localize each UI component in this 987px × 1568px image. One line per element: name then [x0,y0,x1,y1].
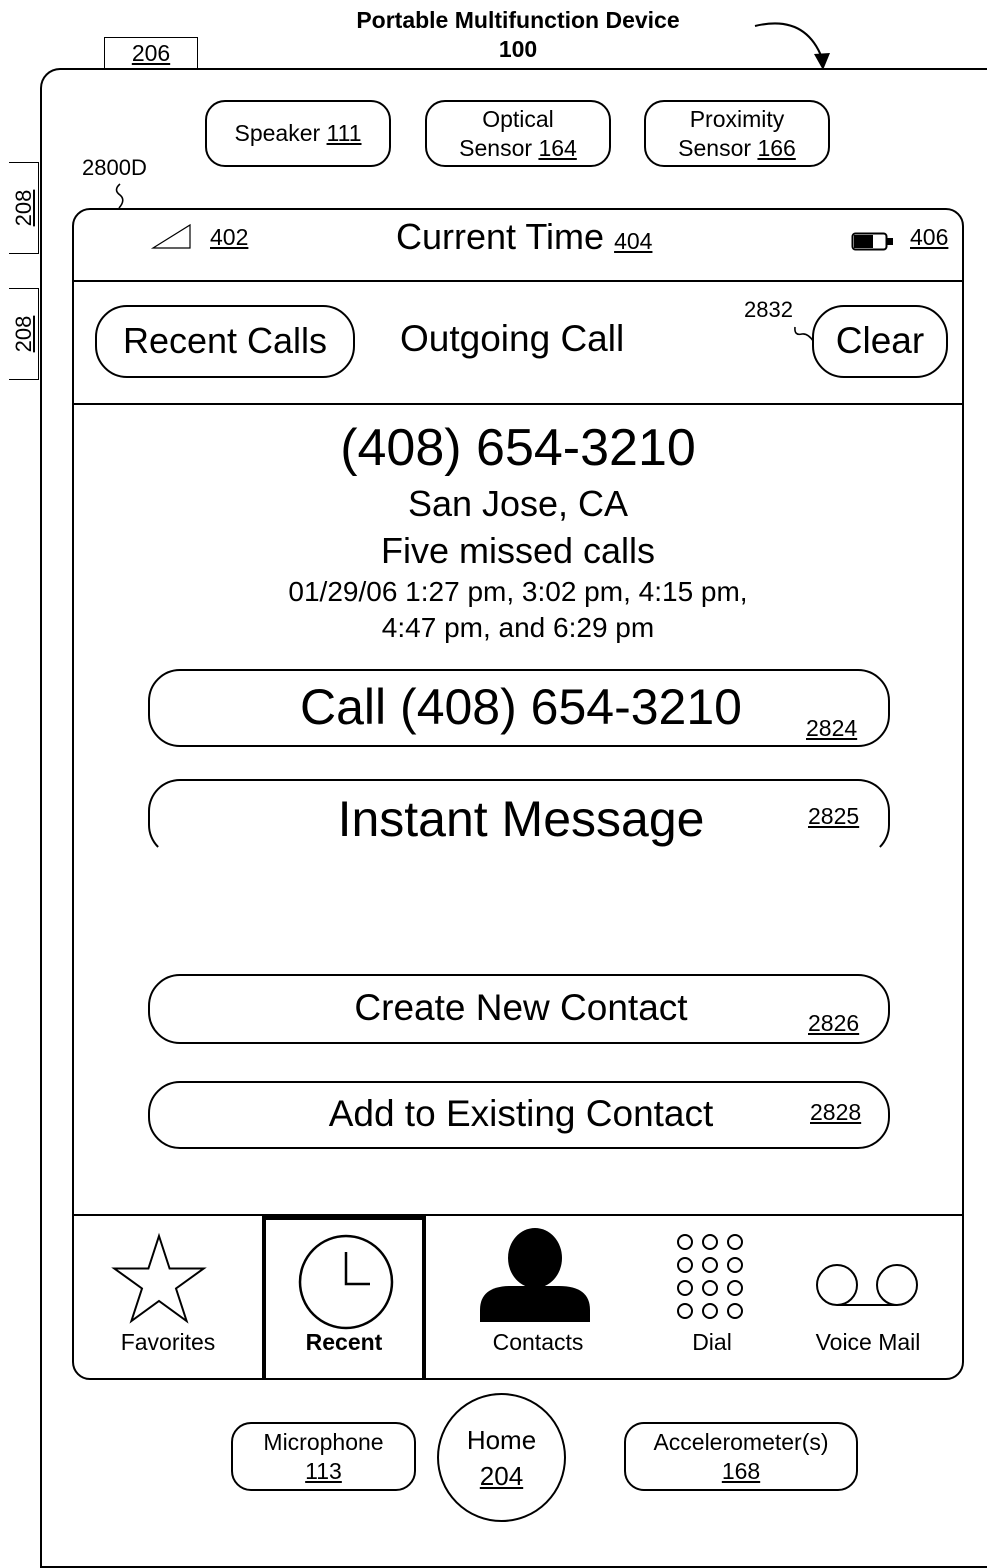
accelerometer-box: Accelerometer(s) 168 [624,1422,858,1491]
device-ref: 100 [498,36,538,62]
proximity-ref: 166 [757,134,796,161]
tab-voice-mail[interactable]: Voice Mail [774,1216,962,1378]
recent-calls-button[interactable]: Recent Calls [95,305,355,378]
status-bar: 402 Current Time 404 406 [74,210,962,282]
current-time: Current Time 404 [396,216,652,258]
device-name: Portable Multifunction Device [356,7,680,33]
optical-ref: 164 [538,134,577,161]
accelerometer-ref: 168 [721,1457,761,1484]
nav-title: Outgoing Call [400,318,625,359]
ref-206-label: 206 [131,40,171,66]
battery-ref: 406 [910,224,949,250]
optical-label2: Sensor [459,134,533,161]
instant-message-ref: 2825 [808,803,860,829]
create-new-contact-ref: 2826 [808,1010,860,1036]
clear-ref-label: 2832 [744,297,793,322]
missed-calls-summary: Five missed calls [380,530,656,571]
instant-message-button[interactable]: Instant Message 2825 [148,779,890,857]
tab-contacts[interactable]: Contacts [426,1216,650,1378]
recent-calls-label: Recent Calls [122,320,328,361]
home-label: Home [466,1424,537,1455]
signal-icon [150,223,191,249]
keypad-icon [677,1234,743,1319]
ref-208-upper: 208 [9,162,39,254]
screen-ref-leader [115,183,124,209]
call-button-label: Call (408) 654-3210 [300,679,742,735]
add-to-existing-contact-ref: 2828 [810,1099,862,1125]
proximity-label: Proximity [689,105,785,132]
ref-208-lower-label: 208 [10,315,36,353]
figure-title: Portable Multifunction Device 100 [318,6,718,64]
home-ref: 204 [479,1460,524,1491]
ref-206: 206 [104,37,198,69]
speaker-ref: 111 [326,120,362,146]
create-new-contact-button[interactable]: Create New Contact 2826 [148,974,890,1044]
current-time-label: Current Time [396,216,605,257]
microphone-ref: 113 [305,1457,342,1484]
call-button-ref: 2824 [806,715,858,741]
screen-ref-label: 2800D [82,155,147,180]
optical-sensor-box: Optical Sensor 164 [425,100,611,167]
microphone-label: Microphone [263,1428,384,1455]
add-to-existing-contact-button[interactable]: Add to Existing Contact 2828 [148,1081,890,1149]
phone-number: (408) 654-3210 [340,419,696,477]
create-new-contact-label: Create New Contact [354,987,688,1028]
speaker-box: Speaker 111 [205,100,391,167]
missed-call-times-line1: 01/29/06 1:27 pm, 3:02 pm, 4:15 pm, [288,576,748,607]
speaker-label: Speaker [234,120,321,146]
ref-208-lower: 208 [9,288,39,380]
ref-208-upper-label: 208 [10,189,36,227]
star-icon [111,1232,207,1324]
tab-favorites-label: Favorites [120,1329,216,1355]
signal-ref: 402 [210,224,249,250]
navigation-bar: Recent Calls Outgoing Call 2832 Clear [74,280,962,405]
tab-dial[interactable]: Dial [650,1216,774,1378]
microphone-box: Microphone 113 [231,1422,416,1491]
proximity-sensor-box: Proximity Sensor 166 [644,100,830,167]
clear-label: Clear [835,320,925,361]
person-icon [480,1228,590,1322]
touch-screen: 402 Current Time 404 406 Recent Calls Ou… [72,208,964,1380]
caller-location: San Jose, CA [407,483,629,524]
tab-bar: Favorites Recent Contacts Dial Voice Mai… [74,1214,962,1378]
tab-recent[interactable]: Recent [262,1216,426,1378]
instant-message-label: Instant Message [337,791,705,847]
clear-button[interactable]: Clear [812,305,948,378]
tab-dial-label: Dial [692,1329,732,1355]
call-button[interactable]: Call (408) 654-3210 2824 [148,669,890,747]
device-pointer-arrow [754,22,830,70]
add-to-existing-contact-label: Add to Existing Contact [328,1093,714,1134]
tab-favorites[interactable]: Favorites [74,1216,262,1378]
tab-recent-label: Recent [305,1329,383,1355]
missed-call-times-line2: 4:47 pm, and 6:29 pm [381,612,655,643]
tab-contacts-label: Contacts [492,1329,584,1355]
optical-label: Optical [482,105,554,132]
home-button[interactable]: Home 204 [437,1393,566,1522]
current-time-ref: 404 [614,228,653,254]
proximity-label2: Sensor [678,134,752,161]
tab-voice-mail-label: Voice Mail [815,1329,921,1355]
battery-icon [851,232,893,251]
accelerometer-label: Accelerometer(s) [653,1428,829,1455]
voicemail-icon [816,1264,918,1306]
clock-icon [298,1234,394,1330]
